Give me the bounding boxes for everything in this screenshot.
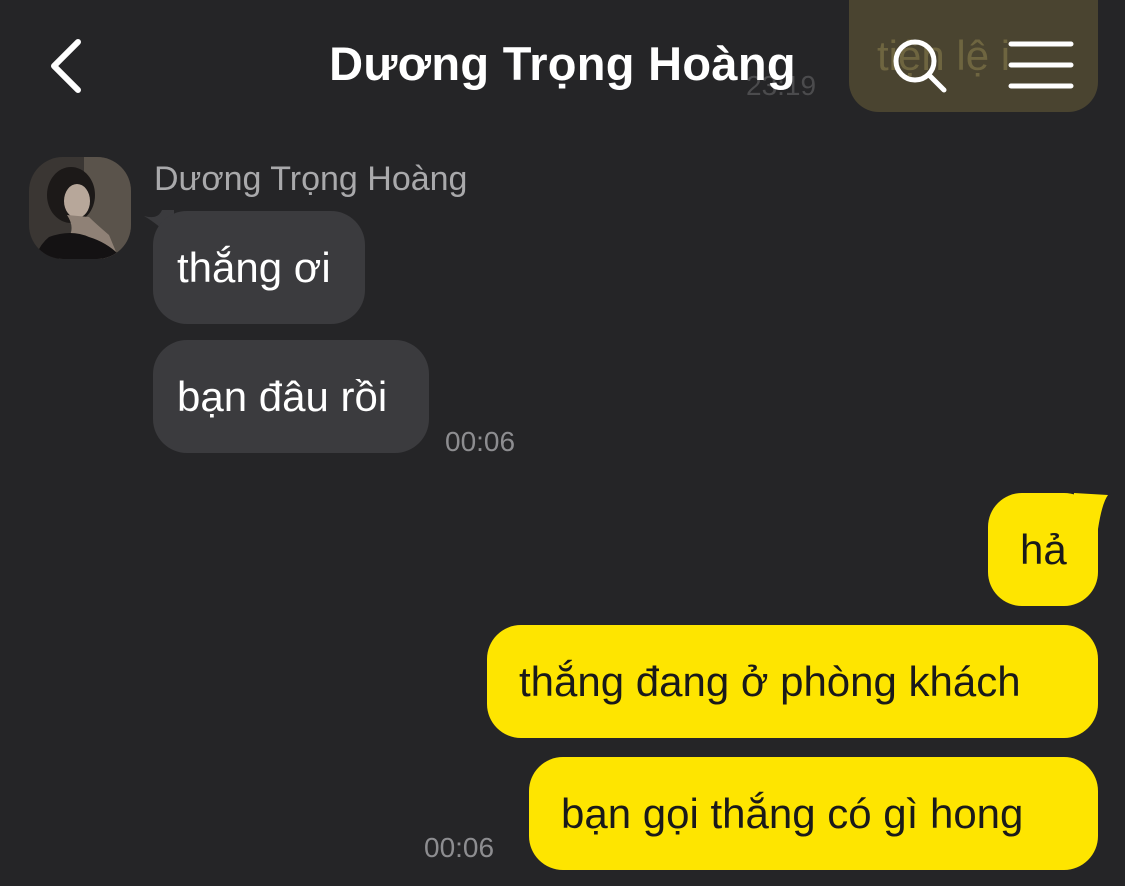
menu-button[interactable] — [1006, 38, 1076, 94]
chat-screen: tiện lệ i 23:19 Dương Trọng Hoàng Dương … — [0, 0, 1125, 886]
chat-title: Dương Trọng Hoàng — [329, 37, 796, 90]
outgoing-message-bubble[interactable]: bạn gọi thắng có gì hong — [529, 757, 1098, 870]
incoming-message-bubble[interactable]: thắng ơi — [153, 211, 365, 324]
outgoing-message-bubble[interactable]: hả — [988, 493, 1098, 606]
search-button[interactable] — [888, 34, 952, 98]
chevron-left-icon — [51, 39, 81, 93]
back-button[interactable] — [36, 30, 96, 102]
outgoing-timestamp: 00:06 — [424, 832, 495, 863]
message-text: bạn đâu rồi — [177, 372, 388, 420]
outgoing-message-bubble[interactable]: thắng đang ở phòng khách — [487, 625, 1098, 738]
incoming-timestamp: 00:06 — [445, 426, 516, 457]
message-text: thắng ơi — [177, 243, 331, 291]
hamburger-menu-icon — [1008, 41, 1074, 89]
sender-avatar[interactable] — [29, 157, 131, 259]
avatar-photo — [29, 157, 131, 259]
search-icon — [893, 39, 947, 93]
message-text: hả — [1020, 525, 1067, 573]
message-text: bạn gọi thắng có gì hong — [561, 789, 1024, 837]
incoming-message-bubble[interactable]: bạn đâu rồi — [153, 340, 429, 453]
message-text: thắng đang ở phòng khách — [519, 657, 1021, 705]
sender-name: Dương Trọng Hoàng — [154, 160, 468, 198]
